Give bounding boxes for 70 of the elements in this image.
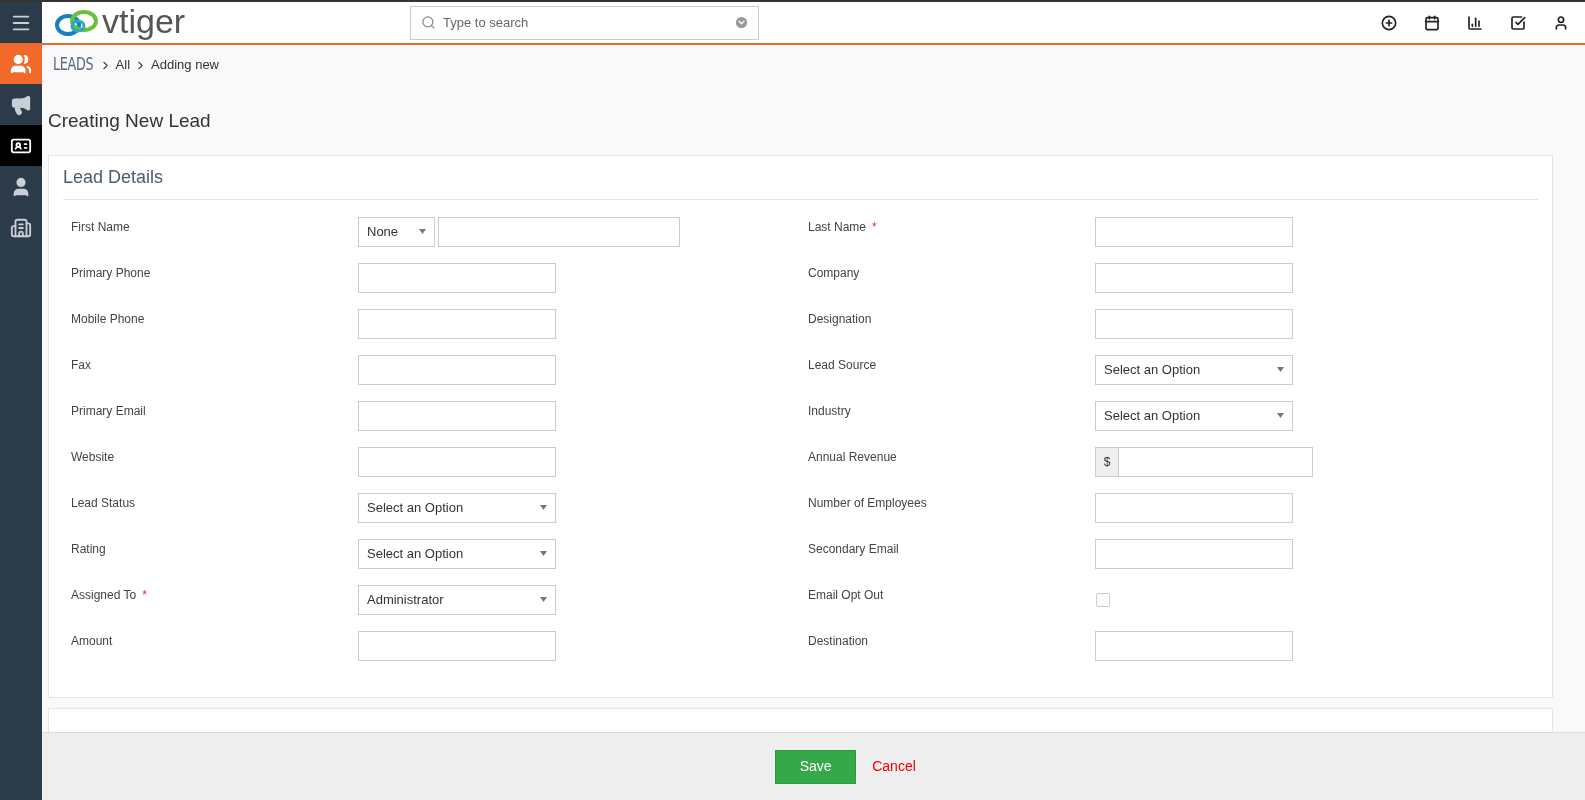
users-icon <box>10 52 32 75</box>
field-label: Primary Phone <box>71 264 151 282</box>
section-title: Lead Details <box>63 165 164 189</box>
calendar-icon <box>1424 14 1440 31</box>
field-label: Number of Employees <box>808 494 927 512</box>
breadcrumb-item[interactable]: Adding new <box>151 55 219 75</box>
field-label: Lead Source <box>808 356 877 374</box>
caret-icon <box>540 505 547 510</box>
bar-chart-icon <box>1467 14 1483 31</box>
checkbox[interactable] <box>1096 592 1110 607</box>
add-icon <box>1381 14 1397 31</box>
caret-icon <box>1277 367 1284 372</box>
page-title: Creating New Lead <box>48 109 212 133</box>
select-field[interactable]: Select an Option <box>358 538 556 569</box>
search-field[interactable]: Type to search <box>410 5 759 40</box>
text-field[interactable] <box>1095 308 1293 339</box>
field-label: Designation <box>808 310 872 328</box>
field-label: Last Name <box>808 218 867 236</box>
caret-icon <box>540 597 547 602</box>
text-field[interactable] <box>1095 492 1293 523</box>
caret-icon <box>419 229 426 234</box>
text-field[interactable] <box>1095 216 1293 247</box>
field-label: Mobile Phone <box>71 310 145 328</box>
search-icon <box>421 14 436 30</box>
field-label: Assigned To <box>71 586 137 604</box>
field-label: Lead Status <box>71 494 136 512</box>
field-label: Primary Email <box>71 402 146 420</box>
field-label: Annual Revenue <box>808 448 897 466</box>
field-label: Secondary Email <box>808 540 899 558</box>
field-label: Amount <box>71 632 113 650</box>
logo-text: vtiger <box>102 3 186 38</box>
text-field[interactable] <box>358 630 556 661</box>
building-icon <box>10 216 32 239</box>
module-title[interactable]: LEADS <box>53 52 94 78</box>
field-label: Destination <box>808 632 869 650</box>
chevron-down-icon <box>734 14 749 30</box>
cancel-link[interactable]: Cancel <box>872 756 916 777</box>
caret-icon <box>540 551 547 556</box>
select-field[interactable]: Select an Option <box>358 492 556 523</box>
field-label: First Name <box>71 218 130 236</box>
text-field[interactable] <box>1095 538 1293 569</box>
select-field[interactable]: Select an Option <box>1095 400 1293 431</box>
user-icon <box>1553 14 1569 31</box>
text-field[interactable] <box>438 216 680 247</box>
text-field[interactable] <box>358 446 556 477</box>
field-label: Fax <box>71 356 91 374</box>
field-label: Website <box>71 448 115 466</box>
breadcrumb-item[interactable]: All <box>115 55 131 75</box>
required-mark: * <box>142 586 147 604</box>
field-label: Rating <box>71 540 106 558</box>
logo-icon <box>54 8 100 37</box>
amount-field[interactable] <box>1119 446 1313 477</box>
text-field[interactable] <box>1095 630 1293 661</box>
field-label: Email Opt Out <box>808 586 884 604</box>
megaphone-icon <box>10 93 32 116</box>
select-field[interactable]: Select an Option <box>1095 354 1293 385</box>
currency-symbol: $ <box>1095 446 1119 477</box>
sidebar-item[interactable] <box>0 125 42 166</box>
required-mark: * <box>872 218 877 236</box>
field-label: Industry <box>808 402 851 420</box>
salutation-select[interactable]: None <box>358 216 435 247</box>
select-field[interactable]: Administrator <box>358 584 556 615</box>
caret-icon <box>1277 413 1284 418</box>
field-label: Company <box>808 264 860 282</box>
checkbox-icon <box>1510 14 1526 31</box>
text-field[interactable] <box>358 354 556 385</box>
text-field[interactable] <box>358 400 556 431</box>
text-field[interactable] <box>358 308 556 339</box>
text-field[interactable] <box>1095 262 1293 293</box>
text-field[interactable] <box>358 262 556 293</box>
